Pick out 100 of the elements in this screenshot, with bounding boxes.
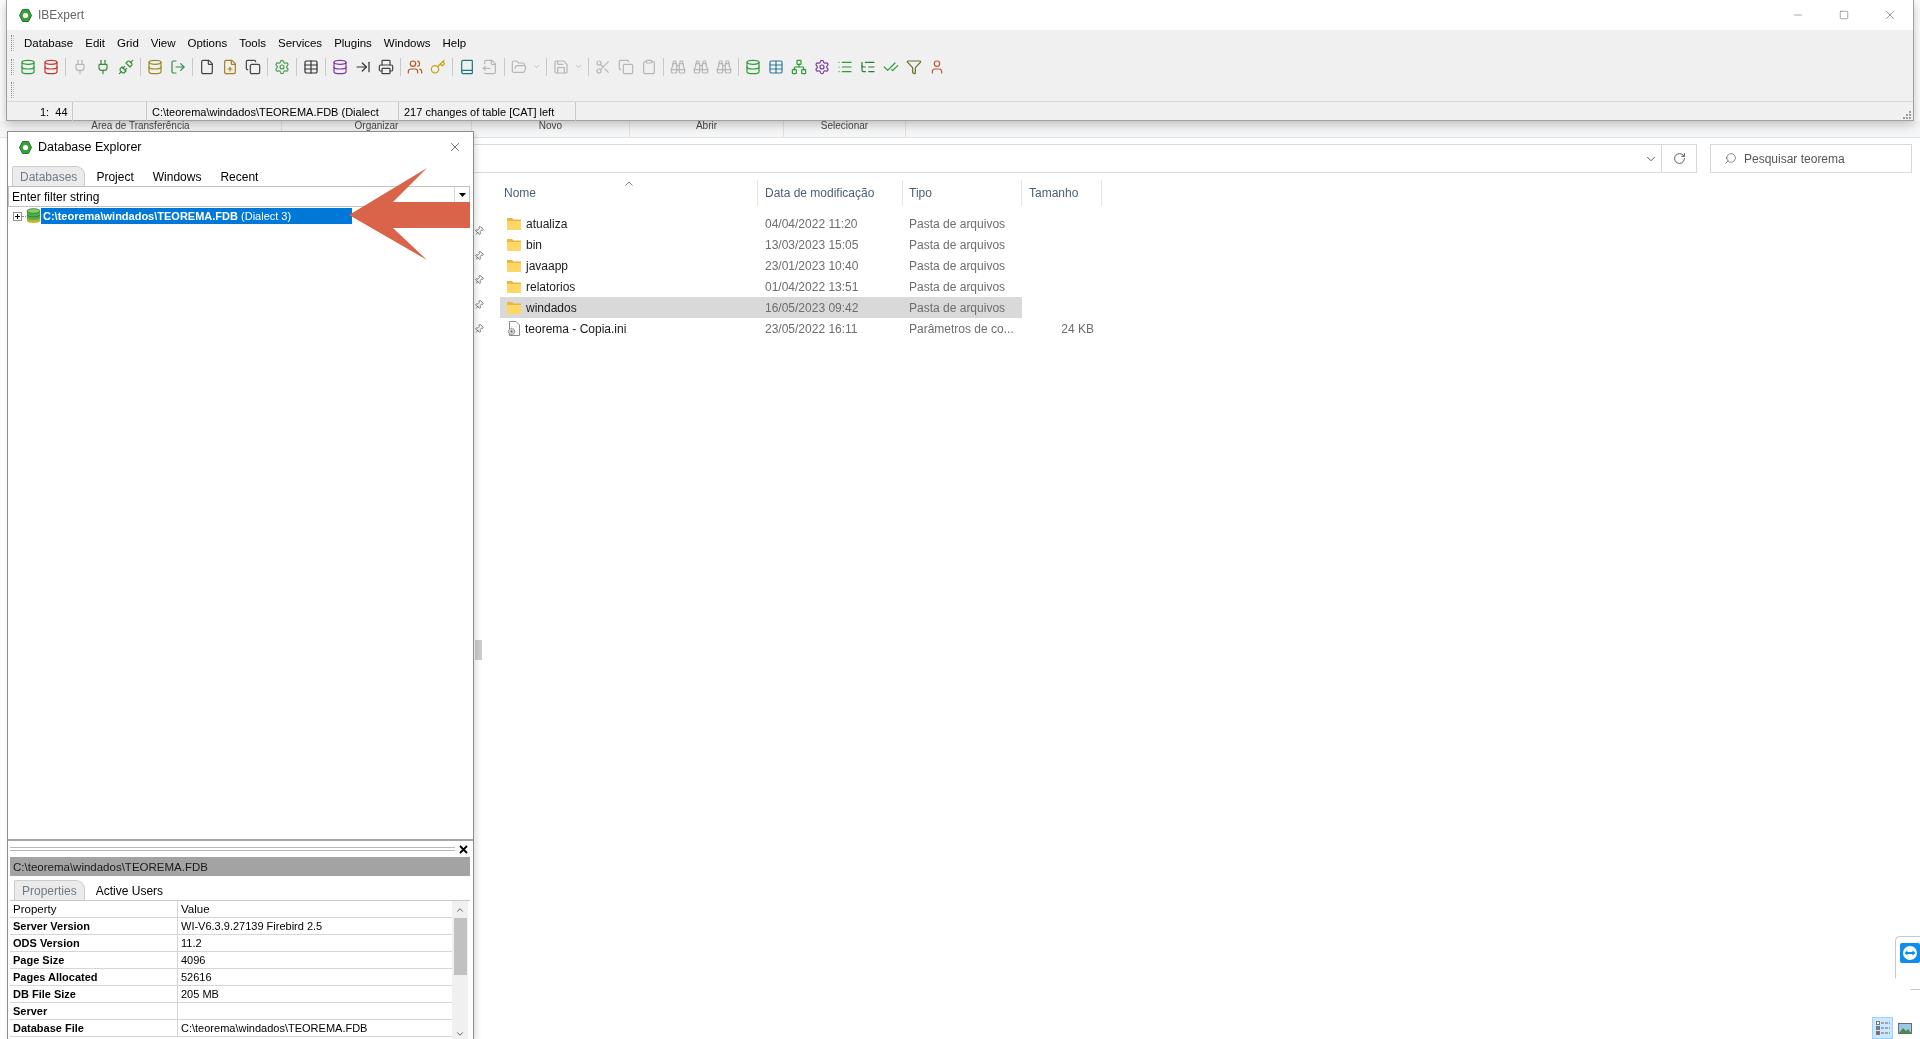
- double-arrow-icon[interactable]: [1900, 943, 1920, 963]
- address-field[interactable]: [474, 144, 1662, 173]
- status-text: 1: 44: [40, 105, 68, 118]
- drag-handle[interactable]: [11, 34, 14, 51]
- menu-item[interactable]: Grid: [111, 32, 145, 53]
- hexagon-icon: [19, 8, 32, 22]
- file-row[interactable]: teorema - Copia.ini 23/05/2022 16:11 Parâmetros de co...: [500, 318, 1022, 339]
- menu-item[interactable]: View: [144, 32, 182, 53]
- menu-item[interactable]: Database: [18, 32, 80, 53]
- settings-file-icon: [507, 321, 520, 336]
- gear-icon: [813, 58, 830, 75]
- property-value: C:\teorema\windados\TEOREMA.FDB: [181, 1022, 368, 1034]
- picture-icon: [1898, 1022, 1912, 1034]
- menu-item[interactable]: Options: [181, 32, 234, 53]
- scrollbar-track[interactable]: [452, 901, 468, 1039]
- property-value: 4096: [181, 954, 206, 966]
- column-header[interactable]: Nome: [500, 180, 758, 206]
- tab[interactable]: Active Users: [87, 880, 172, 900]
- file-row[interactable]: relatorios 01/04/2022 13:51 Pasta de arquivos: [500, 276, 1022, 297]
- file-row[interactable]: windados 16/05/2023 09:42 Pasta de arquivos: [500, 297, 1022, 318]
- column-header[interactable]: Data de modificação: [758, 180, 903, 206]
- side-tab[interactable]: [1895, 936, 1920, 990]
- column-header: Value: [181, 903, 210, 915]
- file-row[interactable]: bin 13/03/2023 15:05 Pasta de arquivos: [500, 234, 1022, 255]
- file-type: Pasta de arquivos: [909, 300, 1006, 315]
- ribbon-group-label: Abrir: [695, 121, 718, 131]
- close-button[interactable]: [459, 844, 468, 854]
- column-header[interactable]: Tamanho: [1022, 180, 1102, 206]
- maximize-icon: [1839, 10, 1849, 20]
- file-name: windados: [526, 300, 577, 315]
- search-field[interactable]: Pesquisar teorema: [1710, 144, 1912, 173]
- scissors-icon: [594, 58, 611, 75]
- scrollbar-thumb[interactable]: [453, 918, 467, 975]
- binoculars-icon: [669, 58, 686, 75]
- tab[interactable]: Properties: [14, 880, 85, 900]
- printer-icon: [377, 58, 394, 75]
- column-header: Property: [13, 903, 57, 915]
- database-icon: [42, 58, 59, 75]
- table-icon: [767, 58, 784, 75]
- file-name: bin: [526, 237, 542, 252]
- menu-item[interactable]: Windows: [377, 32, 437, 53]
- chevron-down-icon[interactable]: [455, 1029, 465, 1039]
- refresh-button[interactable]: [1662, 144, 1697, 173]
- file-row[interactable]: atualiza 04/04/2022 11:20 Pasta de arquivos: [500, 213, 1022, 234]
- file-type: Parâmetros de co...: [909, 321, 1014, 336]
- scrollbar-thumb[interactable]: [475, 639, 482, 660]
- gear-icon: [273, 58, 290, 75]
- modified-date: 23/01/2023 10:40: [765, 258, 859, 273]
- file-name: teorema - Copia.ini: [525, 321, 627, 336]
- hexagon-icon: [19, 140, 32, 154]
- database-icon: [331, 58, 348, 75]
- menu-item[interactable]: Plugins: [328, 32, 378, 53]
- property-name: Database File: [13, 1022, 84, 1034]
- folder-icon: [507, 301, 521, 314]
- property-value: 52616: [181, 971, 212, 983]
- property-value: 11.2: [181, 937, 202, 949]
- tab[interactable]: Databases: [12, 166, 86, 186]
- database-icon: [19, 58, 36, 75]
- menu-item[interactable]: Tools: [233, 32, 272, 53]
- chevron-up-icon[interactable]: [455, 905, 465, 915]
- file-name: javaapp: [526, 258, 569, 273]
- ribbon-group-label: Organizar: [354, 121, 399, 131]
- arrow-icon: [349, 168, 470, 260]
- drag-handle[interactable]: [11, 81, 14, 98]
- folder-icon: [507, 259, 521, 272]
- status-text: C:\teorema\windados\TEOREMA.FDB (Dialect: [152, 105, 379, 118]
- resize-grip-icon[interactable]: [1901, 109, 1911, 119]
- tree-item[interactable]: C:\teorema\windados\TEOREMA.FDB (Dialect 3): [41, 208, 352, 224]
- modified-date: 01/04/2022 13:51: [765, 279, 859, 294]
- drag-handle[interactable]: [11, 58, 14, 75]
- document-icon: [198, 58, 215, 75]
- tab[interactable]: Project: [88, 166, 142, 186]
- menu-item[interactable]: Edit: [79, 32, 112, 53]
- panel-title: Database Explorer: [38, 140, 142, 154]
- database-icon: [744, 58, 761, 75]
- folder-icon: [507, 238, 521, 251]
- database-icon: [26, 208, 41, 224]
- menu-item[interactable]: Help: [436, 32, 473, 53]
- database-icon: [146, 58, 163, 75]
- expand-icon[interactable]: [13, 211, 22, 221]
- tab[interactable]: Windows: [144, 166, 210, 186]
- binoculars-icon: [692, 58, 709, 75]
- property-name: DB File Size: [13, 988, 76, 1000]
- details-view-button[interactable]: [1872, 1017, 1893, 1039]
- property-value: 205 MB: [181, 988, 219, 1000]
- column-header[interactable]: Tipo: [903, 180, 1022, 206]
- menu-item[interactable]: Services: [272, 32, 329, 53]
- property-name: Server Version: [13, 920, 91, 932]
- file-type: Pasta de arquivos: [909, 216, 1006, 231]
- file-row[interactable]: javaapp 23/01/2023 10:40 Pasta de arquivos: [500, 255, 1022, 276]
- folder-icon: [507, 217, 521, 230]
- unplug-icon: [117, 58, 134, 75]
- modified-date: 16/05/2023 09:42: [765, 300, 859, 315]
- binoculars-icon: [715, 58, 732, 75]
- ribbon-group-label: Selecionar: [820, 121, 869, 131]
- key-icon: [429, 58, 446, 75]
- tab[interactable]: Recent: [212, 166, 267, 186]
- search-input[interactable]: Pesquisar teorema: [1744, 151, 1894, 166]
- clipboard-icon: [640, 58, 657, 75]
- close-icon: [448, 140, 462, 154]
